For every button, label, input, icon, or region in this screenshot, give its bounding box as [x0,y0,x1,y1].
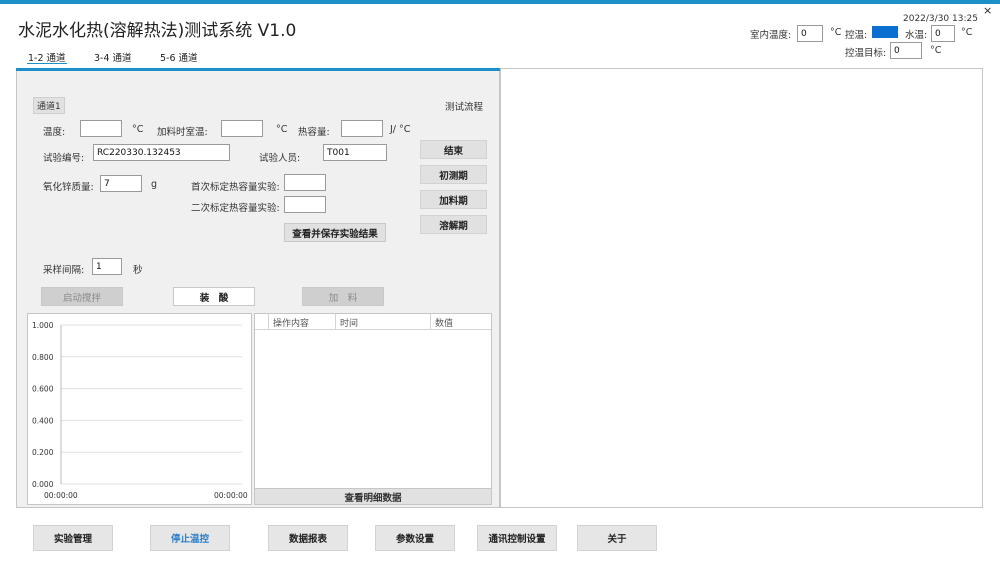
close-icon[interactable]: × [983,4,992,17]
x-tick-label: 00:00:00 [44,491,78,500]
second-calibration-field[interactable] [284,196,326,213]
channel-name-tag: 通道1 [33,97,65,114]
feed-room-temp-field[interactable] [221,120,263,137]
y-tick-label: 0.600 [32,385,54,394]
heat-capacity-label: 热容量: [298,127,330,138]
y-tick-label: 0.400 [32,416,54,425]
temperature-label: 温度: [43,127,66,138]
water-temp-field[interactable] [931,25,955,42]
zinc-oxide-mass-label: 氧化锌质量: [43,182,94,193]
tab-channel-3-4[interactable]: 3-4 通道 [94,50,132,64]
temperature-chart: 1.000 0.800 0.600 0.400 0.200 0.000 00:00:00 00… [27,313,252,505]
view-save-results-button[interactable]: 查看并保存实验结果 [284,223,386,242]
data-report-button[interactable]: 数据报表 [268,525,348,551]
datetime-display: 2022/3/30 13:25 [903,14,978,24]
test-number-label: 试验编号: [43,153,85,164]
channel-panel-accent [16,68,500,71]
heat-capacity-field[interactable] [341,120,383,137]
dissolution-phase-button[interactable]: 溶解期 [420,215,487,234]
water-temp-label: 水温: [905,30,928,41]
tab-channel-5-6[interactable]: 5-6 通道 [160,50,198,64]
zinc-oxide-mass-field[interactable] [100,175,142,192]
initial-phase-button[interactable]: 初测期 [420,165,487,184]
room-temp-label: 室内温度: [750,30,792,41]
column-value: 数值 [435,319,454,329]
zinc-oxide-mass-unit: g [151,179,158,190]
feed-room-temp-label: 加料时室温: [157,127,208,138]
sampling-interval-unit: 秒 [133,265,143,276]
tester-label: 试验人员: [259,153,301,164]
first-calibration-field[interactable] [284,174,326,191]
load-acid-button[interactable]: 装 酸 [173,287,255,306]
heat-capacity-unit: J/ °C [390,124,411,135]
target-temp-field[interactable] [890,42,922,59]
second-calibration-label: 二次标定热容量实验: [191,203,280,214]
room-temp-field[interactable] [797,25,823,42]
column-operation: 操作内容 [269,314,336,330]
window-top-accent [0,0,1000,4]
y-tick-label: 0.200 [32,448,54,457]
sampling-interval-field[interactable] [92,258,122,275]
about-button[interactable]: 关于 [577,525,657,551]
view-detail-data-button[interactable]: 查看明细数据 [255,488,491,504]
y-tick-label: 0.800 [32,353,54,362]
start-stirring-button[interactable]: 启动搅拌 [41,287,123,306]
table-header: 操作内容 时间 数值 [255,314,491,330]
tab-channel-1-2[interactable]: 1-2 通道 [28,50,66,64]
parameter-settings-button[interactable]: 参数设置 [375,525,455,551]
temp-control-indicator[interactable] [872,26,898,38]
sampling-interval-label: 采样间隔: [43,265,85,276]
app-title: 水泥水化热(溶解热法)测试系统 V1.0 [18,21,297,41]
y-tick-label: 0.000 [32,480,54,489]
temperature-field[interactable] [80,120,122,137]
feeding-phase-button[interactable]: 加料期 [420,190,487,209]
column-time: 时间 [336,314,431,330]
experiment-management-button[interactable]: 实验管理 [33,525,113,551]
right-display-panel [500,68,983,508]
target-temp-label: 控温目标: [845,48,887,59]
target-temp-unit: °C [930,45,942,56]
x-tick-label: 00:00:00 [214,491,248,500]
active-tab-indicator [27,63,67,64]
table-header-corner [255,314,269,330]
stop-temp-control-button[interactable]: 停止温控 [150,525,230,551]
temperature-unit: °C [132,124,144,135]
first-calibration-label: 首次标定热容量实验: [191,182,280,193]
tester-field[interactable] [323,144,387,161]
chart-canvas: 1.000 0.800 0.600 0.400 0.200 0.000 00:00:00 00… [32,321,248,500]
y-tick-label: 1.000 [32,321,54,330]
operation-log-table: 操作内容 时间 数值 查看明细数据 [254,313,492,505]
communication-control-settings-button[interactable]: 通讯控制设置 [477,525,557,551]
temp-control-label: 控温: [845,30,868,41]
end-button[interactable]: 结束 [420,140,487,159]
feed-room-temp-unit: °C [276,124,288,135]
test-process-link[interactable]: 测试流程 [445,99,483,113]
water-temp-unit: °C [961,27,973,38]
add-material-button[interactable]: 加 料 [302,287,384,306]
room-temp-unit: °C [830,27,842,38]
test-number-field[interactable] [93,144,230,161]
